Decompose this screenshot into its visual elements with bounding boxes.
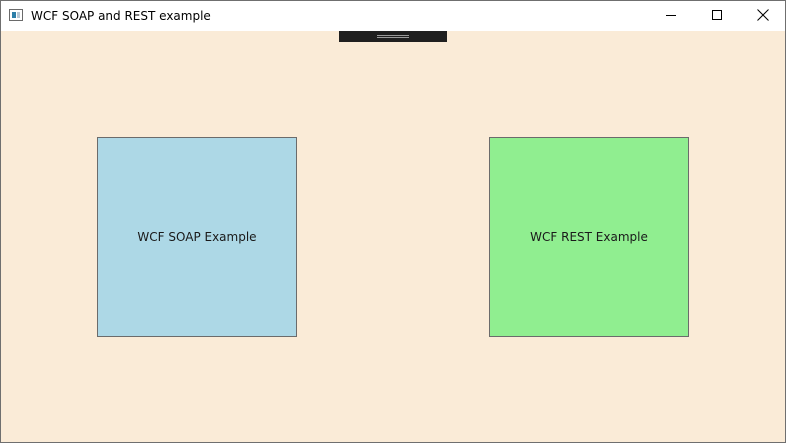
maximize-icon — [712, 10, 722, 20]
window-title: WCF SOAP and REST example — [31, 9, 211, 23]
drag-handle[interactable] — [339, 31, 447, 42]
app-window-icon[interactable] — [9, 9, 23, 21]
close-icon — [757, 9, 769, 21]
title-bar[interactable]: WCF SOAP and REST example — [1, 1, 785, 31]
wcf-soap-example-button[interactable]: WCF SOAP Example — [97, 137, 297, 337]
wcf-soap-example-label: WCF SOAP Example — [137, 230, 257, 244]
minimize-button[interactable] — [648, 1, 694, 31]
app-window: WCF SOAP and REST example WCF SOAP Examp… — [0, 0, 786, 443]
wcf-rest-example-label: WCF REST Example — [530, 230, 648, 244]
close-button[interactable] — [740, 1, 786, 31]
maximize-button[interactable] — [694, 1, 740, 31]
minimize-icon — [666, 15, 676, 16]
wcf-rest-example-button[interactable]: WCF REST Example — [489, 137, 689, 337]
